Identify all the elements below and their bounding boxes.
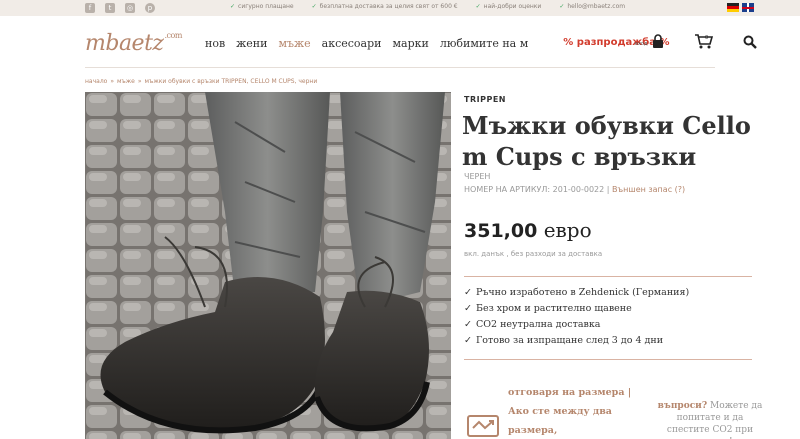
check-icon: ✓ [311, 3, 317, 10]
usp-item: ✓ сигурно плащане [230, 3, 294, 10]
stock-info-link[interactable]: Външен запас (?) [612, 185, 685, 194]
check-icon: ✓ [559, 3, 565, 10]
size-fit-icon [467, 415, 499, 437]
breadcrumb-separator: » [110, 78, 114, 85]
feature-list: ✓ Ръчно изработено в Zehdenick (Германия)… [464, 287, 689, 351]
check-icon: ✓ [464, 319, 472, 330]
breadcrumb: начало» мъже» мъжки обувки с връзки TRIPPE… [85, 78, 317, 85]
product-image[interactable]: ❯ [85, 92, 451, 439]
search-icon[interactable] [743, 35, 757, 49]
nav-item-accessories[interactable]: аксесоари [322, 37, 382, 50]
tax-note: вкл. данък , без разходи за доставка [464, 250, 603, 258]
feature-item: ✓ Готово за изпращане след 3 до 4 дни [464, 335, 664, 346]
check-icon: ✓ [475, 3, 481, 10]
product-brand[interactable]: TRIPPEN [464, 95, 506, 104]
usp-item: ✓ най-добри оценки [475, 3, 542, 10]
product-color: ЧЕРЕН [464, 172, 491, 181]
email-link[interactable]: ✓ hello@mbaetz.com [559, 3, 625, 10]
english-flag-icon[interactable] [742, 3, 754, 12]
facebook-icon[interactable]: f [85, 3, 95, 13]
product-sku: НОМЕР НА АРТИКУЛ: 201-00-0022 | Външен з… [464, 185, 686, 194]
german-flag-icon[interactable] [727, 3, 739, 12]
cart-icon[interactable]: 0 [694, 33, 714, 49]
breadcrumb-home[interactable]: начало [85, 78, 107, 85]
info-divider [464, 359, 752, 360]
product-price: 351,00 евро [464, 218, 592, 242]
pinterest-icon[interactable]: p [145, 3, 155, 13]
feature-item: ✓ Ръчно изработено в Zehdenick (Германия) [464, 287, 690, 298]
usp-list: ✓ сигурно плащане ✓ безплатна доставка за … [230, 3, 625, 10]
check-icon: ✓ [464, 287, 472, 298]
nav-item-men[interactable]: мъже [278, 37, 310, 50]
twitter-icon[interactable]: t [105, 3, 115, 13]
header-divider [85, 67, 715, 68]
nav-item-women[interactable]: жени [236, 37, 267, 50]
nav-item-new[interactable]: нов [205, 37, 225, 50]
product-title: Мъжки обувки Cello m Cups с връзки [462, 111, 751, 171]
help-box: въпроси? Можете да попитате и да спестит… [655, 400, 765, 439]
login-label[interactable]: вход [635, 41, 647, 47]
lock-icon[interactable] [652, 34, 664, 48]
usp-item: ✓ безплатна доставка за целия свят от 600… [311, 3, 458, 10]
feature-item: ✓ Без хром и растително щавене [464, 303, 632, 314]
breadcrumb-current: мъжки обувки с връзки TRIPPEN, CELLO M C… [144, 78, 318, 85]
check-icon: ✓ [464, 303, 472, 314]
help-question[interactable]: въпроси? [658, 401, 707, 411]
breadcrumb-men[interactable]: мъже [117, 78, 135, 85]
site-logo[interactable]: mbaetz.com [85, 31, 182, 56]
shoe-photo-illustration [85, 92, 451, 439]
breadcrumb-separator: » [137, 78, 142, 85]
language-switcher [727, 3, 754, 12]
check-icon: ✓ [230, 3, 236, 10]
nav-item-favorites[interactable]: любимите на м [440, 37, 528, 50]
check-icon: ✓ [464, 335, 472, 346]
top-bar: f t ◎ p ✓ сигурно плащане ✓ безплатна дост… [0, 0, 800, 16]
header-icons: вход 0 [630, 32, 760, 52]
main-nav: нов жени мъже аксесоари марки любимите н… [205, 37, 669, 50]
social-links: f t ◎ p [85, 3, 155, 13]
feature-item: ✓ CO2 неутрална доставка [464, 319, 601, 330]
size-fit-note: отговаря на размера | Ако сте между два … [508, 387, 632, 436]
info-divider [464, 276, 752, 277]
instagram-icon[interactable]: ◎ [125, 3, 135, 13]
cart-count: 0 [705, 35, 708, 41]
nav-item-brands[interactable]: марки [392, 37, 428, 50]
